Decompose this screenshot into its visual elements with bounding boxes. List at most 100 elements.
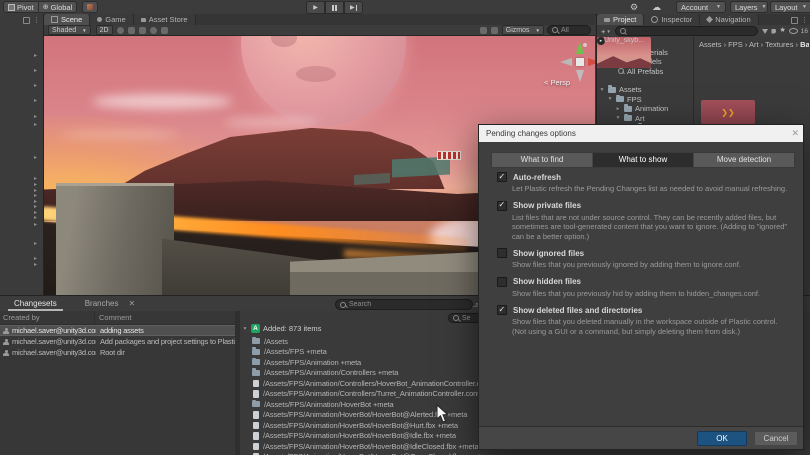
hierarchy-expander-icon[interactable]: ▸ — [34, 53, 37, 59]
step-button[interactable]: ▶ — [344, 1, 363, 14]
global-button[interactable]: ⊕ Global — [39, 1, 78, 13]
hierarchy-expander-icon[interactable]: ▸ — [34, 68, 37, 74]
option-label[interactable]: Show private files — [513, 201, 581, 210]
project-tree-item[interactable]: ▾ Art — [597, 114, 693, 124]
favorites-star-icon[interactable]: ★ — [779, 28, 785, 34]
scene-view-tab[interactable]: Game — [90, 14, 133, 25]
option-label[interactable]: Show deleted files and directories — [513, 306, 642, 315]
hierarchy-expander-icon[interactable]: ▸ — [34, 114, 37, 120]
gizmo-x-axis-neg[interactable] — [560, 58, 572, 66]
audio-toggle-icon[interactable] — [128, 27, 135, 34]
checkbox[interactable] — [497, 277, 507, 287]
gizmo-x-axis[interactable] — [588, 58, 595, 66]
ok-button[interactable]: OK — [697, 431, 747, 446]
panel-tab[interactable]: Inspector — [644, 14, 700, 25]
snap-tool-button[interactable] — [82, 1, 98, 13]
dialog-tab[interactable]: Move detection — [694, 153, 794, 167]
hidden-packages-eye-icon[interactable] — [789, 28, 798, 34]
lock-icon[interactable] — [791, 17, 798, 24]
hierarchy-expander-icon[interactable]: ▸ — [34, 98, 37, 104]
checkbox[interactable] — [497, 201, 507, 211]
comment-cell: adding assets — [96, 326, 144, 335]
grid-toggle-icon[interactable] — [161, 27, 168, 34]
perspective-label[interactable]: < Persp — [544, 78, 570, 87]
tree-expander-icon[interactable]: ▾ — [242, 326, 248, 332]
panel-tab[interactable]: Project — [597, 14, 644, 25]
hierarchy-expander-icon[interactable]: ▸ — [34, 215, 37, 221]
project-tree-item[interactable]: ▸ Animation — [597, 104, 693, 114]
checkbox[interactable] — [497, 305, 507, 315]
changesets-search-input[interactable] — [349, 301, 468, 308]
added-items-header[interactable]: ▾ A Added: 873 items — [242, 324, 321, 333]
panel-tab[interactable]: Navigation — [700, 14, 758, 25]
panel-menu-icon[interactable]: ⋮ — [33, 18, 40, 23]
tree-expander-icon[interactable]: ▾ — [599, 87, 605, 93]
option-label[interactable]: Show hidden files — [513, 277, 581, 286]
project-search-input[interactable] — [629, 28, 754, 35]
scene-view-tab[interactable]: Asset Store — [134, 14, 196, 25]
changeset-row[interactable]: michael.saver@unity3d.com adding assets — [0, 325, 235, 336]
hierarchy-expander-icon[interactable]: ▸ — [34, 122, 37, 128]
dialog-tab[interactable]: What to find — [492, 153, 593, 167]
dialog-title-bar[interactable]: Pending changes options ✕ — [479, 125, 803, 142]
table-header[interactable]: Created by Comment — [0, 313, 235, 325]
tab-label: Changesets — [14, 299, 57, 308]
scene-search-box[interactable] — [547, 25, 591, 35]
project-search-box[interactable] — [615, 26, 759, 36]
play-button[interactable]: ▶ — [306, 1, 325, 14]
tree-expander-icon[interactable]: ▾ — [607, 96, 613, 102]
gizmo-y-axis-neg[interactable] — [576, 70, 584, 82]
changeset-row[interactable]: michael.saver@unity3d.com Root dir — [0, 347, 235, 358]
lighting-toggle-icon[interactable] — [117, 27, 124, 34]
tools-icon[interactable] — [480, 27, 487, 34]
changesets-search-box[interactable] — [335, 299, 473, 310]
panel-menu-icon[interactable]: ⋮ — [801, 18, 808, 23]
hidden-objects-icon[interactable] — [150, 27, 157, 34]
draw-mode-dropdown[interactable]: Shaded▼ — [48, 25, 91, 35]
pause-button[interactable] — [325, 1, 344, 14]
breadcrumb[interactable]: Assets › FPS › Art › Textures › Backg — [699, 40, 809, 49]
column-created-by[interactable]: Created by — [0, 313, 95, 324]
tree-expander-icon[interactable]: ▸ — [615, 106, 621, 112]
search-by-label-icon[interactable] — [771, 29, 776, 34]
asset-thumbnail[interactable]: ❯❯ — [701, 100, 755, 124]
layout-dropdown[interactable]: Layout▼ — [770, 1, 810, 13]
search-by-type-icon[interactable] — [762, 29, 768, 34]
asset-label[interactable]: Unity_skyb... — [597, 37, 651, 44]
file-row[interactable]: /Assets/FPS/Animation/HoverBot/HoverBot@… — [252, 452, 810, 455]
tree-expander-icon[interactable]: ▾ — [615, 115, 621, 121]
settings-gear-icon[interactable]: ⚙ — [630, 2, 638, 13]
cloud-icon[interactable]: ☁ — [652, 2, 661, 13]
gizmo-y-axis[interactable] — [576, 42, 584, 54]
plastic-tab[interactable]: Changesets — [0, 296, 71, 311]
lock-icon[interactable] — [23, 17, 30, 24]
hierarchy-expander-icon[interactable]: ▸ — [34, 241, 37, 247]
project-tree-item[interactable]: ▾ FPS — [597, 95, 693, 105]
option-label[interactable]: Show ignored files — [513, 249, 584, 258]
effects-dropdown-icon[interactable] — [139, 27, 146, 34]
2d-toggle-button[interactable]: 2D — [96, 25, 113, 35]
project-tree-item[interactable]: ▾ Assets — [597, 85, 693, 95]
gizmos-dropdown[interactable]: Gizmos▼ — [502, 25, 544, 35]
scene-search-input[interactable] — [561, 27, 586, 34]
account-dropdown[interactable]: Account▼ — [676, 1, 726, 13]
checkbox[interactable] — [497, 248, 507, 258]
create-asset-button[interactable]: +▼ — [601, 27, 611, 36]
layers-dropdown[interactable]: Layers▼ — [730, 1, 768, 13]
scene-view-tab[interactable]: Scene — [44, 14, 90, 25]
checkbox[interactable] — [497, 172, 507, 182]
close-icon[interactable]: ✕ — [791, 128, 799, 139]
gizmo-center-cube[interactable] — [576, 58, 584, 66]
cancel-button[interactable]: Cancel — [754, 431, 798, 446]
hierarchy-expander-icon[interactable]: ▸ — [34, 262, 37, 268]
hierarchy-expander-icon[interactable]: ▸ — [34, 222, 37, 228]
changeset-row[interactable]: michael.saver@unity3d.com Add packages a… — [0, 336, 235, 347]
pivot-button[interactable]: Pivot — [3, 1, 39, 13]
dialog-tab[interactable]: What to show — [593, 153, 694, 167]
option-label[interactable]: Auto-refresh — [513, 173, 561, 182]
camera-preview-icon[interactable] — [491, 27, 498, 34]
hierarchy-expander-icon[interactable]: ▸ — [34, 155, 37, 161]
plastic-tab[interactable]: Branches — [71, 296, 133, 311]
column-comment[interactable]: Comment — [95, 313, 132, 324]
hierarchy-expander-icon[interactable]: ▸ — [34, 83, 37, 89]
